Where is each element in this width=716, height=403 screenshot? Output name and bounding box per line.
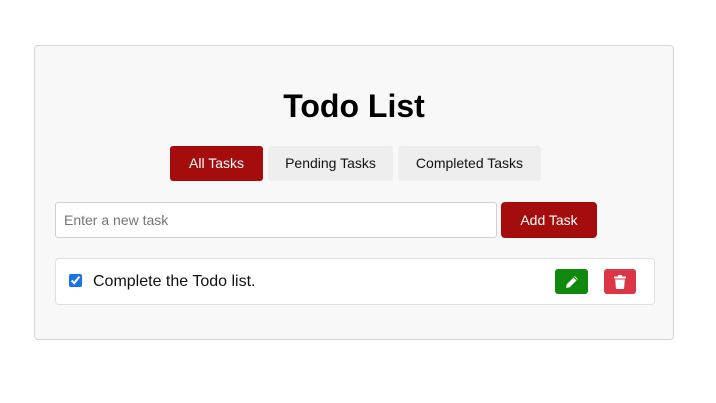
pencil-icon xyxy=(565,275,579,289)
tab-all-tasks[interactable]: All Tasks xyxy=(170,146,263,181)
task-text: Complete the Todo list. xyxy=(93,273,256,290)
delete-task-button[interactable] xyxy=(604,269,636,294)
edit-task-button[interactable] xyxy=(555,269,588,294)
trash-icon xyxy=(614,274,626,289)
todo-card: Todo List All Tasks Pending Tasks Comple… xyxy=(34,45,674,340)
add-task-button[interactable]: Add Task xyxy=(501,202,597,238)
filter-tabs: All Tasks Pending Tasks Completed Tasks xyxy=(35,146,673,182)
page-title: Todo List xyxy=(283,88,425,124)
tab-pending-tasks[interactable]: Pending Tasks xyxy=(268,146,393,181)
new-task-input[interactable] xyxy=(55,202,497,238)
tab-completed-tasks[interactable]: Completed Tasks xyxy=(398,146,541,181)
task-complete-checkbox[interactable] xyxy=(69,274,82,287)
task-list-item: Complete the Todo list. xyxy=(55,258,655,305)
